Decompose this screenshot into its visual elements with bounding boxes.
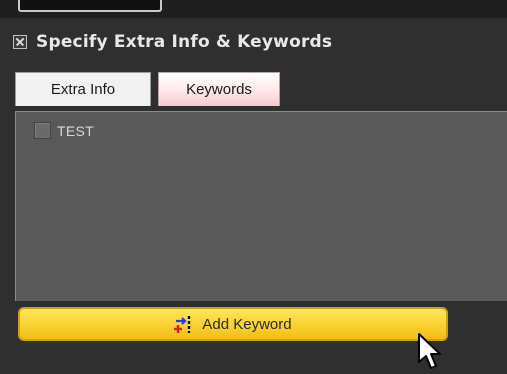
top-strip <box>0 0 507 18</box>
extra-info-keywords-panel: Specify Extra Info & Keywords Extra Info… <box>0 18 507 374</box>
tab-label: Keywords <box>186 81 252 98</box>
list-item[interactable]: TEST <box>34 122 94 139</box>
previous-panel-edge <box>18 0 162 12</box>
keyword-label: TEST <box>57 122 94 139</box>
keywords-list: TEST <box>15 111 507 301</box>
tab-label: Extra Info <box>50 81 116 98</box>
add-keyword-icon <box>174 316 191 333</box>
mouse-pointer-icon <box>418 333 441 369</box>
collapse-x-icon[interactable] <box>13 35 27 49</box>
tab-keywords[interactable]: Keywords <box>158 72 280 106</box>
tab-extra-info[interactable]: Extra Info <box>15 72 151 106</box>
panel-header: Specify Extra Info & Keywords <box>0 24 507 60</box>
keyword-checkbox[interactable] <box>34 122 51 139</box>
add-keyword-label: Add Keyword <box>202 315 292 333</box>
tab-bar: Extra Info Keywords <box>15 68 280 106</box>
add-keyword-button[interactable]: Add Keyword <box>18 307 448 341</box>
panel-title: Specify Extra Info & Keywords <box>36 32 333 52</box>
